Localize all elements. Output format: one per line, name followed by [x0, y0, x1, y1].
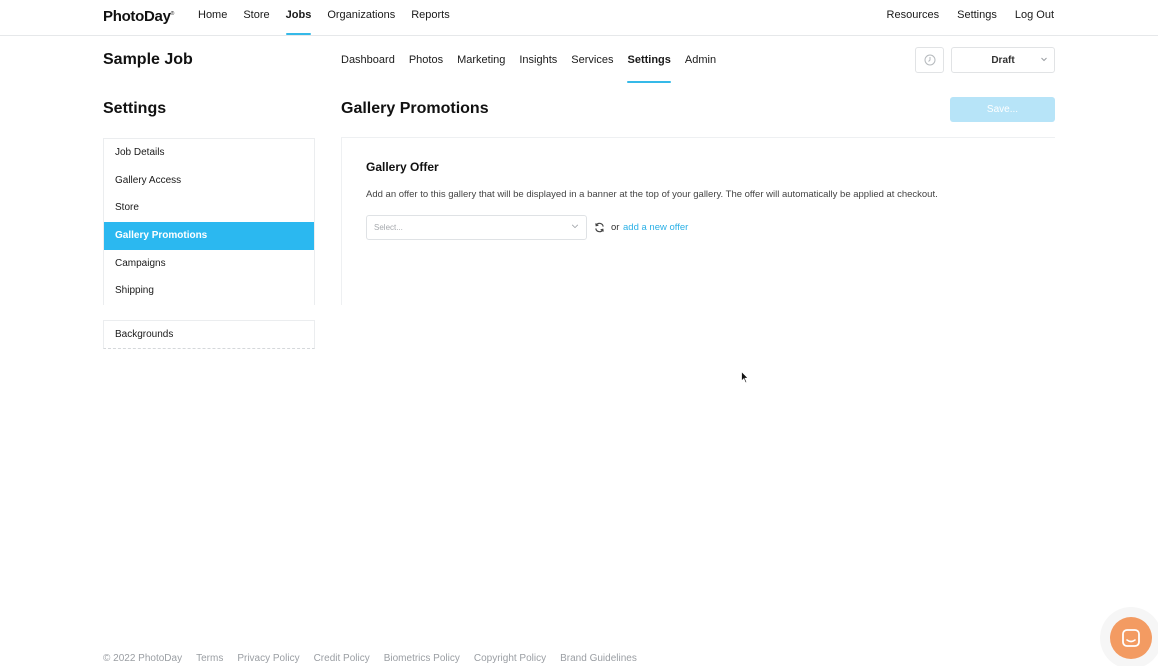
gallery-offer-card: Gallery Offer Add an offer to this galle…: [341, 137, 1055, 305]
sidebar-item-shipping[interactable]: Shipping: [104, 277, 314, 305]
footer-link-copyright-policy[interactable]: Copyright Policy: [474, 653, 546, 664]
settings-sidebar-secondary: Backgrounds: [103, 320, 315, 349]
save-button[interactable]: Save...: [950, 97, 1055, 122]
footer-link-terms[interactable]: Terms: [196, 653, 223, 664]
sidebar-item-job-details[interactable]: Job Details: [104, 139, 314, 167]
card-title: Gallery Offer: [366, 160, 439, 174]
tab-marketing[interactable]: Marketing: [457, 47, 505, 83]
tab-services[interactable]: Services: [571, 47, 613, 83]
account-nav: Resources Settings Log Out: [869, 0, 1054, 36]
settings-heading: Settings: [103, 100, 167, 117]
nav-resources[interactable]: Resources: [887, 0, 940, 36]
page-title: Gallery Promotions: [341, 100, 489, 117]
logo-text: PhotoDay: [103, 8, 171, 25]
footer: © 2022 PhotoDay Terms Privacy Policy Cre…: [103, 653, 651, 664]
footer-link-biometrics-policy[interactable]: Biometrics Policy: [384, 653, 460, 664]
tab-settings[interactable]: Settings: [627, 47, 672, 83]
card-description: Add an offer to this gallery that will b…: [366, 189, 938, 200]
sidebar-item-backgrounds[interactable]: Backgrounds: [104, 321, 314, 348]
job-tabs: Dashboard Photos Marketing Insights Serv…: [341, 47, 730, 83]
add-new-offer-link[interactable]: add a new offer: [623, 222, 688, 233]
nav-settings[interactable]: Settings: [957, 0, 997, 36]
or-text: or: [611, 222, 620, 233]
sidebar-item-campaigns[interactable]: Campaigns: [104, 250, 314, 278]
nav-jobs[interactable]: Jobs: [285, 0, 311, 36]
nav-store[interactable]: Store: [243, 0, 269, 36]
clock-icon: [924, 54, 935, 66]
tab-insights[interactable]: Insights: [519, 47, 557, 83]
tab-dashboard[interactable]: Dashboard: [341, 47, 395, 83]
job-status-select[interactable]: Draft: [951, 47, 1055, 73]
photoday-logo[interactable]: PhotoDay®: [103, 8, 174, 25]
sidebar-item-gallery-promotions[interactable]: Gallery Promotions: [104, 222, 314, 250]
footer-link-brand-guidelines[interactable]: Brand Guidelines: [560, 653, 637, 664]
top-navbar: PhotoDay® Home Store Jobs Organizations …: [0, 0, 1158, 36]
chevron-down-icon: [1041, 57, 1047, 62]
mouse-cursor-icon: [741, 371, 749, 384]
tab-photos[interactable]: Photos: [409, 47, 443, 83]
nav-organizations[interactable]: Organizations: [327, 0, 395, 36]
job-history-button[interactable]: [915, 47, 944, 73]
job-status-value: Draft: [991, 55, 1015, 66]
footer-copyright: © 2022 PhotoDay: [103, 653, 183, 664]
settings-sidebar: Job Details Gallery Access Store Gallery…: [103, 138, 315, 305]
offer-select-placeholder: Select...: [374, 223, 403, 232]
refresh-icon[interactable]: [594, 222, 605, 233]
chevron-down-icon: [571, 224, 579, 229]
footer-link-privacy-policy[interactable]: Privacy Policy: [237, 653, 299, 664]
nav-home[interactable]: Home: [198, 0, 227, 36]
offer-select[interactable]: Select...: [366, 215, 587, 240]
logo-registered-mark: ®: [170, 11, 175, 17]
sidebar-item-store[interactable]: Store: [104, 194, 314, 222]
tab-admin[interactable]: Admin: [685, 47, 716, 83]
nav-reports[interactable]: Reports: [411, 0, 450, 36]
nav-logout[interactable]: Log Out: [1015, 0, 1054, 36]
chat-icon: [1122, 629, 1140, 647]
footer-link-credit-policy[interactable]: Credit Policy: [314, 653, 370, 664]
chat-launcher-button[interactable]: [1110, 617, 1152, 659]
main-nav: Home Store Jobs Organizations Reports: [198, 0, 466, 36]
sidebar-item-gallery-access[interactable]: Gallery Access: [104, 167, 314, 195]
job-title: Sample Job: [103, 51, 193, 68]
